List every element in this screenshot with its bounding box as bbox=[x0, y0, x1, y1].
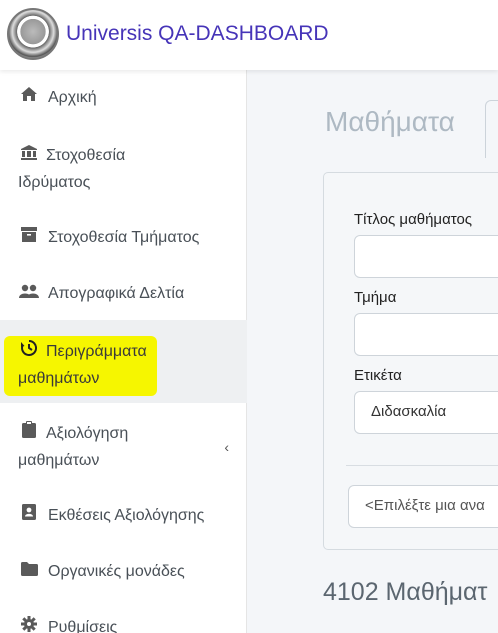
department-input[interactable] bbox=[354, 313, 498, 356]
folder-icon bbox=[18, 558, 40, 585]
sidebar-item-institution-targets[interactable]: Στοχοθεσία Ιδρύματος bbox=[0, 142, 247, 196]
chevron-left-icon[interactable]: ‹ bbox=[224, 434, 229, 461]
address-book-icon bbox=[18, 502, 40, 529]
course-title-label: Τίτλος μαθήματος bbox=[354, 211, 473, 228]
divider bbox=[346, 465, 498, 466]
sidebar-item-label: Στοχοθεσία Τμήματος bbox=[48, 229, 200, 246]
selection-dropdown[interactable]: <Επιλέξτε μια ανα bbox=[348, 485, 498, 528]
sidebar-item-home[interactable]: Αρχική bbox=[0, 84, 247, 111]
main-content: Μαθήματα Τίτλος μαθήματος Τμήμα Ετικέτα … bbox=[247, 70, 498, 633]
top-bar: Universis QA-DASHBOARD bbox=[0, 0, 498, 70]
clipboard-icon bbox=[18, 420, 40, 447]
institution-icon bbox=[18, 142, 40, 169]
users-icon bbox=[18, 280, 40, 307]
tag-input[interactable]: Διδασκαλία bbox=[354, 391, 498, 434]
sidebar-item-label-line2: μαθημάτων bbox=[18, 452, 100, 469]
sidebar-item-label: Εκθέσεις Αξιολόγησης bbox=[48, 507, 205, 524]
sidebar-item-label: Οργανικές μονάδες bbox=[48, 563, 185, 580]
sidebar-item-label: Απογραφικά Δελτία bbox=[48, 285, 185, 302]
sidebar-item-course-outlines[interactable]: Περιγράμματα μαθημάτων bbox=[0, 320, 247, 403]
sidebar-item-label-line2: μαθημάτων bbox=[18, 370, 100, 387]
course-title-input[interactable] bbox=[354, 235, 498, 278]
sidebar-item-organizational-units[interactable]: Οργανικές μονάδες bbox=[0, 558, 247, 585]
sidebar-item-settings[interactable]: Ρυθμίσεις bbox=[0, 614, 247, 633]
sidebar: Αρχική Στοχοθεσία Ιδρύματος Στοχοθεσία Τ… bbox=[0, 70, 247, 633]
sidebar-item-label: Στοχοθεσία bbox=[46, 147, 126, 164]
page-title: Μαθήματα bbox=[325, 106, 455, 137]
gear-icon bbox=[18, 614, 40, 633]
sidebar-item-label: Αξιολόγηση bbox=[46, 425, 129, 442]
highlight-mark: Περιγράμματα μαθημάτων bbox=[4, 336, 157, 396]
sidebar-item-label: Περιγράμματα bbox=[46, 343, 147, 360]
app-title[interactable]: Universis QA-DASHBOARD bbox=[66, 22, 329, 46]
department-label: Τμήμα bbox=[354, 289, 397, 306]
sidebar-item-course-evaluation[interactable]: Αξιολόγηση μαθημάτων ‹ bbox=[0, 420, 247, 474]
archive-icon bbox=[18, 224, 40, 251]
tag-label: Ετικέτα bbox=[354, 367, 402, 384]
sidebar-item-census-forms[interactable]: Απογραφικά Δελτία bbox=[0, 280, 247, 307]
sidebar-item-label: Αρχική bbox=[48, 89, 97, 106]
filter-card: Τίτλος μαθήματος Τμήμα Ετικέτα Διδασκαλί… bbox=[323, 172, 498, 550]
sidebar-item-department-targets[interactable]: Στοχοθεσία Τμήματος bbox=[0, 224, 247, 251]
tab-active[interactable] bbox=[485, 100, 498, 158]
sidebar-item-label-line2: Ιδρύματος bbox=[18, 174, 91, 191]
sidebar-item-evaluation-reports[interactable]: Εκθέσεις Αξιολόγησης bbox=[0, 502, 247, 529]
results-count: 4102 Μαθήματ bbox=[323, 578, 488, 606]
history-icon bbox=[18, 338, 40, 365]
university-logo[interactable] bbox=[7, 8, 59, 60]
home-icon bbox=[18, 84, 40, 111]
sidebar-item-label: Ρυθμίσεις bbox=[48, 619, 118, 633]
